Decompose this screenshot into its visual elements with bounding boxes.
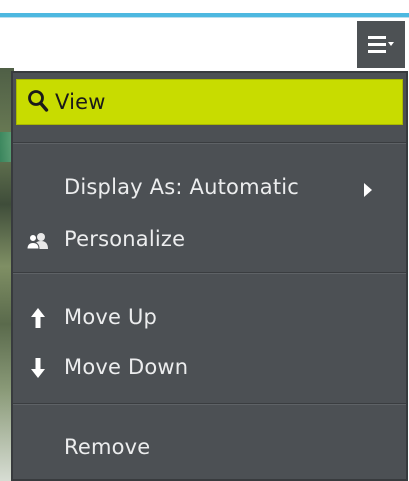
- menu-item-display-as[interactable]: Display As: Automatic: [13, 163, 406, 213]
- arrow-up-icon: [30, 307, 46, 334]
- menu-item-move-down[interactable]: Move Down: [13, 343, 406, 393]
- menu-item-view[interactable]: View: [16, 79, 403, 125]
- menu-item-label: Personalize: [64, 227, 186, 251]
- menu-item-move-up[interactable]: Move Up: [13, 293, 406, 343]
- menu-toggle-button[interactable]: [357, 21, 405, 68]
- search-icon: [27, 89, 49, 118]
- menu-item-remove[interactable]: Remove: [13, 423, 406, 473]
- menu-item-label: Remove: [64, 435, 151, 459]
- menu-separator: [13, 142, 406, 144]
- chevron-right-icon: [363, 179, 373, 203]
- menu-item-personalize[interactable]: Personalize: [13, 215, 406, 265]
- menu-item-label: Move Down: [64, 355, 189, 379]
- arrow-down-icon: [30, 357, 46, 384]
- users-icon: [26, 231, 50, 255]
- menu-separator: [13, 403, 406, 405]
- menu-item-label: Display As: Automatic: [64, 175, 300, 199]
- hamburger-dropdown-icon: [366, 34, 396, 56]
- top-accent-shadow: [0, 17, 409, 18]
- menu-item-label: Move Up: [64, 305, 158, 329]
- menu-item-label: View: [55, 90, 106, 114]
- panel-options-menu: View Display As: Automatic Personalize M…: [11, 71, 408, 481]
- menu-separator: [13, 272, 406, 274]
